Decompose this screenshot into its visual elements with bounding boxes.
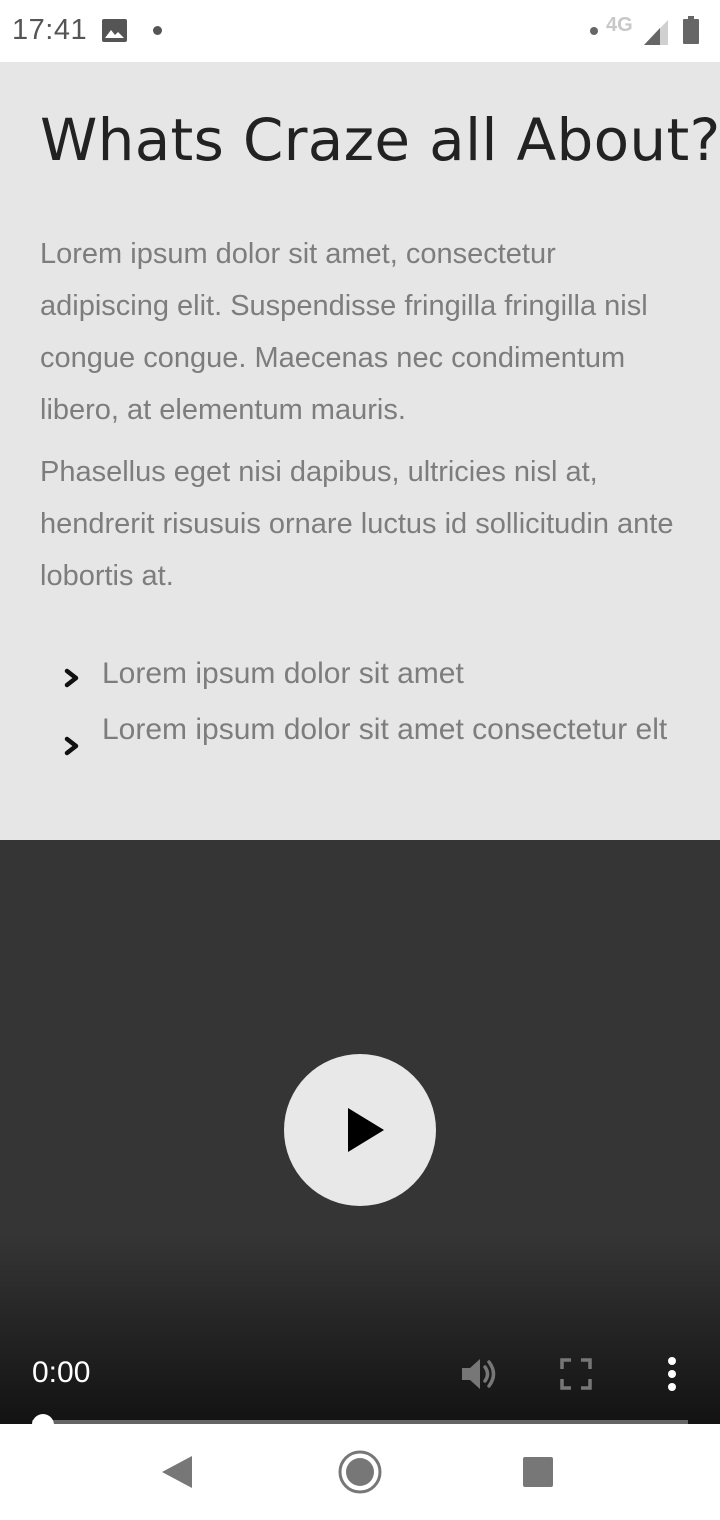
list-item: Lorem ipsum dolor sit amet consectetur e…: [62, 714, 682, 762]
status-time: 17:41: [12, 14, 88, 46]
chevron-right-icon: [64, 668, 79, 688]
status-dot-icon: [590, 27, 598, 35]
signal-icon: [644, 20, 668, 45]
home-icon[interactable]: [338, 1450, 382, 1494]
network-type: 4G: [606, 14, 633, 36]
list-item: Lorem ipsum dolor sit amet: [62, 658, 682, 694]
page-title: Whats Craze all About?: [40, 106, 720, 174]
paragraph-2: Phasellus eget nisi dapibus, ultricies n…: [40, 456, 674, 592]
feature-list: Lorem ipsum dolor sit amet Lorem ipsum d…: [62, 658, 682, 782]
fullscreen-icon[interactable]: [560, 1358, 592, 1390]
battery-icon: [683, 16, 699, 44]
image-icon: [102, 19, 127, 42]
chevron-right-icon: [64, 736, 79, 756]
volume-icon[interactable]: [460, 1354, 500, 1394]
content-section: Whats Craze all About? Lorem ipsum dolor…: [0, 62, 720, 840]
video-controls-gradient: [0, 1234, 720, 1424]
status-bar: 17:41 4G: [0, 0, 720, 62]
more-options-icon[interactable]: [664, 1356, 680, 1392]
notification-dot-icon: [153, 26, 162, 35]
list-item-text: Lorem ipsum dolor sit amet: [102, 657, 464, 690]
paragraph-1: Lorem ipsum dolor sit amet, consectetur …: [40, 238, 648, 426]
back-icon[interactable]: [160, 1454, 194, 1490]
system-nav-bar: [0, 1424, 720, 1520]
recents-icon[interactable]: [523, 1457, 553, 1487]
video-current-time: 0:00: [32, 1356, 91, 1389]
list-item-text: Lorem ipsum dolor sit amet consectetur e…: [102, 713, 668, 746]
play-button[interactable]: [284, 1054, 436, 1206]
video-player[interactable]: 0:00: [0, 840, 720, 1424]
play-icon: [348, 1108, 384, 1152]
